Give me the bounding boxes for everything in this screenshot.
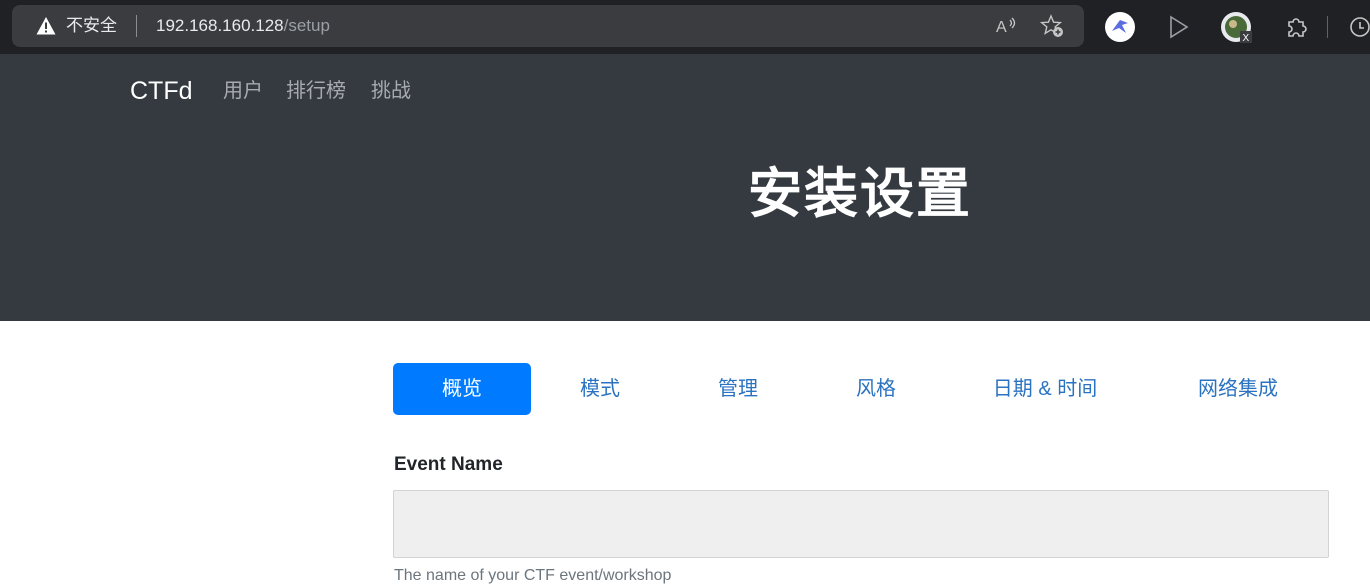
tab-mode[interactable]: 模式	[531, 363, 669, 415]
url-host: 192.168.160.128	[156, 16, 284, 35]
nav-users[interactable]: 用户	[223, 78, 263, 104]
nav-challenges[interactable]: 挑战	[371, 78, 411, 104]
browser-toolbar: 不安全 192.168.160.128/setup A X	[0, 0, 1370, 54]
url-path: /setup	[283, 16, 330, 35]
event-name-input[interactable]	[393, 490, 1329, 558]
page-title: 安装设置	[748, 164, 972, 224]
tab-datetime[interactable]: 日期 & 时间	[945, 363, 1145, 415]
warning-icon[interactable]	[36, 16, 56, 36]
nav-scoreboard[interactable]: 排行榜	[286, 78, 346, 104]
profile-badge: X	[1243, 33, 1250, 43]
profile-avatar-icon[interactable]: X	[1220, 11, 1252, 43]
extension-bird-icon[interactable]	[1104, 11, 1136, 43]
event-name-help: The name of your CTF event/workshop	[394, 567, 672, 584]
site-header: CTFd 用户 排行榜 挑战 安装设置	[0, 54, 1370, 321]
address-bar[interactable]: 不安全 192.168.160.128/setup A	[12, 5, 1084, 47]
favorite-add-icon[interactable]	[1040, 14, 1064, 38]
read-aloud-icon[interactable]: A	[994, 14, 1018, 38]
extensions-puzzle-icon[interactable]	[1280, 11, 1312, 43]
tab-style[interactable]: 风格	[807, 363, 945, 415]
event-name-label: Event Name	[394, 454, 503, 475]
url-text[interactable]: 192.168.160.128/setup	[156, 16, 330, 36]
divider	[136, 15, 137, 37]
security-status[interactable]: 不安全	[66, 16, 117, 36]
tab-overview[interactable]: 概览	[393, 363, 531, 415]
history-icon[interactable]	[1344, 11, 1370, 43]
toolbar-divider	[1327, 16, 1328, 38]
tab-admin[interactable]: 管理	[669, 363, 807, 415]
play-icon[interactable]	[1162, 11, 1194, 43]
svg-text:A: A	[996, 19, 1007, 36]
tab-integrations[interactable]: 网络集成	[1145, 363, 1331, 415]
brand-link[interactable]: CTFd	[130, 76, 193, 106]
